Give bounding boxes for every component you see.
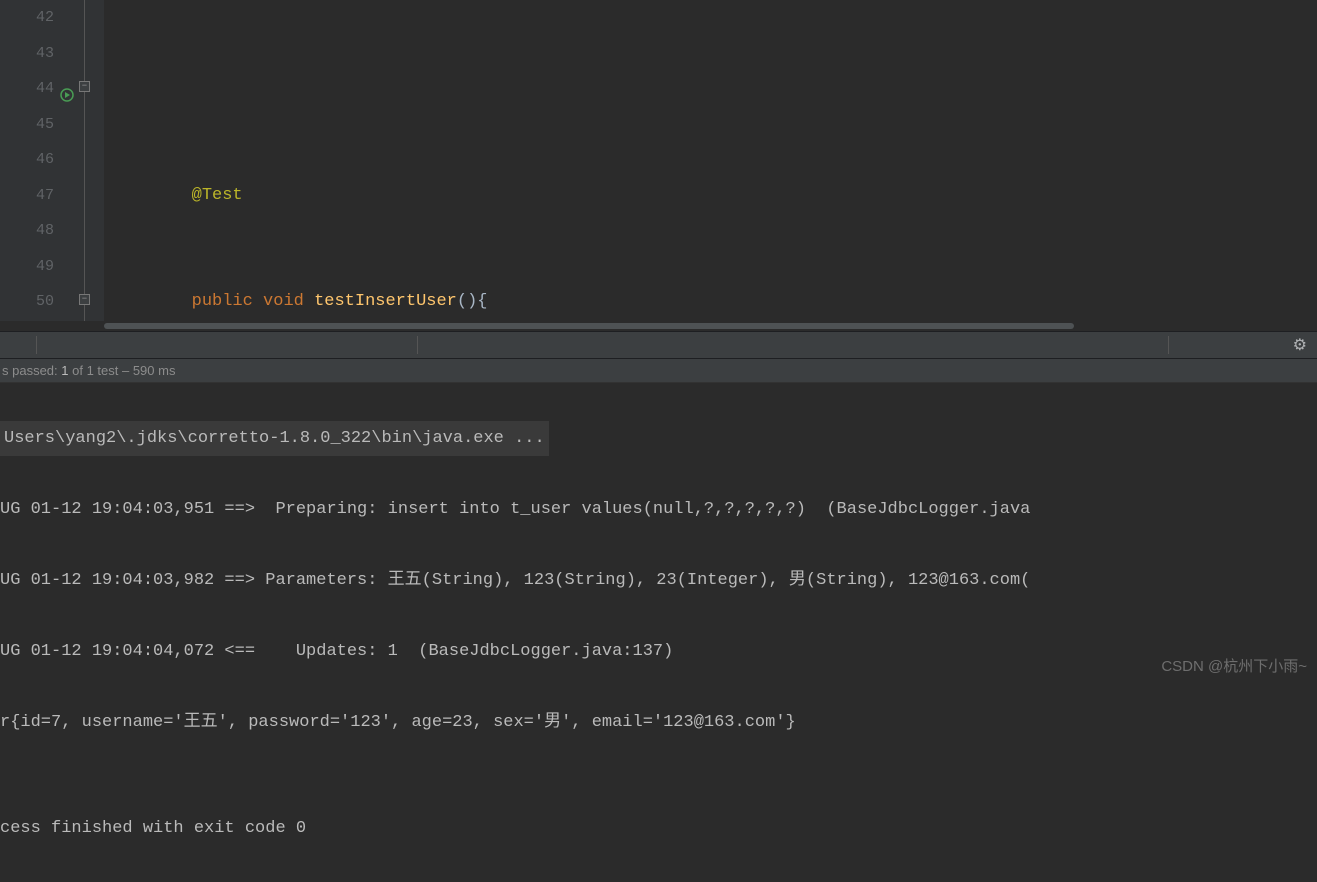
line-number: 45 [0, 107, 54, 143]
console-line: cess finished with exit code 0 [0, 811, 1317, 847]
code-line: @Test [110, 178, 1317, 214]
line-number: 50 [0, 284, 54, 320]
console-line: UG 01-12 19:04:03,982 ==> Parameters: 王五… [0, 563, 1317, 599]
console-command: Users\yang2\.jdks\corretto-1.8.0_322\bin… [0, 421, 1317, 457]
console-line: r{id=7, username='王五', password='123', a… [0, 705, 1317, 741]
gear-icon[interactable]: ⚙ [1293, 335, 1307, 355]
line-number: 46 [0, 142, 54, 178]
scrollbar-thumb[interactable] [104, 323, 1074, 329]
fold-gutter: − − [76, 0, 104, 321]
code-content[interactable]: @Test public void testInsertUser(){ SqlS… [104, 0, 1317, 321]
line-number: 47 [0, 178, 54, 214]
fold-collapse-icon[interactable]: − [79, 294, 90, 305]
line-number: 43 [0, 36, 54, 72]
horizontal-scrollbar[interactable] [0, 321, 1317, 331]
run-test-icon[interactable] [60, 81, 74, 95]
console-output[interactable]: Users\yang2\.jdks\corretto-1.8.0_322\bin… [0, 383, 1317, 882]
divider [36, 336, 37, 354]
watermark: CSDN @杭州下小雨~ [1161, 655, 1307, 676]
fold-line [84, 0, 85, 321]
console-line: UG 01-12 19:04:03,951 ==> Preparing: ins… [0, 492, 1317, 528]
divider [1168, 336, 1169, 354]
line-number: 49 [0, 249, 54, 285]
editor-area: 42 43 44 45 46 47 48 49 50 − − @Test pub… [0, 0, 1317, 321]
line-number: 48 [0, 213, 54, 249]
tool-window-toolbar: ⚙ [0, 331, 1317, 359]
console-line: UG 01-12 19:04:04,072 <== Updates: 1 (Ba… [0, 634, 1317, 670]
line-number-gutter: 42 43 44 45 46 47 48 49 50 [0, 0, 76, 321]
line-number: 42 [0, 0, 54, 36]
annotation: @Test [192, 186, 243, 205]
code-line [110, 71, 1317, 107]
code-line: public void testInsertUser(){ [110, 284, 1317, 320]
fold-collapse-icon[interactable]: − [79, 81, 90, 92]
test-status-bar: s passed: 1 of 1 test – 590 ms [0, 359, 1317, 383]
line-number: 44 [0, 71, 54, 107]
divider [417, 336, 418, 354]
